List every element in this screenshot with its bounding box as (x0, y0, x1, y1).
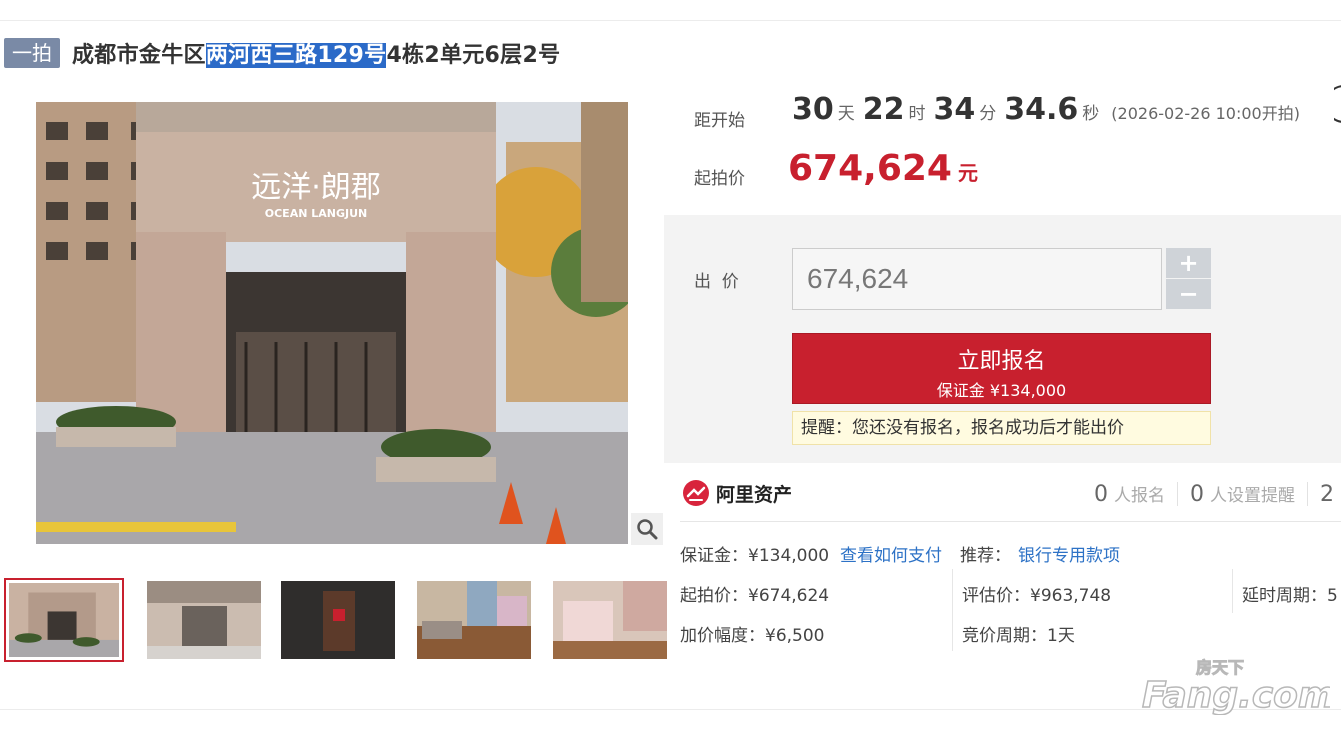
column-divider (952, 569, 953, 651)
listing-title-row: 一拍 成都市金牛区两河西三路129号4栋2单元6层2号 (4, 36, 560, 70)
zoom-button[interactable] (631, 513, 663, 545)
countdown-hours: 22 (862, 92, 905, 127)
platform-brand[interactable]: 阿里资产 (682, 479, 792, 507)
recommend-label: 推荐： (960, 546, 1011, 566)
starting-price-label: 起拍价 (694, 169, 745, 189)
ali-assets-logo-icon (683, 480, 709, 506)
deposit-detail: 保证金：¥134,000 (680, 546, 830, 566)
countdown-seconds-unit: 秒 (1082, 104, 1100, 124)
starting-price: 674,624 元 (788, 148, 978, 189)
sign-english: OCEAN LANGJUN (265, 207, 367, 220)
thumbnail-building-entrance[interactable] (4, 578, 124, 662)
stats-divider (1307, 482, 1308, 506)
thumb-image (281, 581, 395, 659)
how-to-pay-link[interactable]: 查看如何支付 (840, 541, 942, 566)
starting-price-detail: 起拍价：¥674,624 (680, 586, 830, 606)
auction-round-badge: 一拍 (4, 38, 60, 68)
fang-watermark-logo: 房天下 Fang.com (1141, 658, 1330, 716)
thumb-image (147, 581, 261, 659)
register-now-button[interactable]: 立即报名 保证金 ¥134,000 (792, 333, 1211, 404)
increment-detail: 加价幅度：¥6,500 (680, 626, 825, 646)
starting-price-value: 674,624 (788, 148, 952, 189)
reminders-count: 0 (1190, 482, 1204, 507)
thumb-image (9, 583, 119, 657)
watermark-english: Fang.com (1142, 675, 1330, 715)
countdown-days: 30 (792, 92, 834, 127)
views-count: 2 (1320, 482, 1334, 507)
bid-decrease-button[interactable]: − (1166, 279, 1211, 309)
details-divider (680, 521, 1341, 522)
platform-name: 阿里资产 (716, 483, 793, 506)
starting-price-unit: 元 (957, 161, 978, 185)
countdown-minutes-unit: 分 (979, 104, 997, 124)
bid-period-detail: 竞价周期：1天 (962, 626, 1075, 646)
bid-label: 出 价 (694, 272, 739, 292)
thumb-image (417, 581, 531, 659)
thumbnail-lobby[interactable] (144, 578, 264, 662)
registrations-count: 0 (1094, 482, 1108, 507)
column-divider (1232, 569, 1233, 613)
magnifier-icon (637, 519, 658, 540)
delay-period-detail: 延时周期：5 (1242, 586, 1338, 606)
thumbnail-living-room[interactable] (414, 578, 534, 662)
thumbnail-bedroom[interactable] (550, 578, 670, 662)
countdown-label: 距开始 (694, 111, 745, 131)
register-button-deposit: 保证金 ¥134,000 (936, 381, 1067, 400)
thumb-image (553, 581, 667, 659)
thumbnail-apartment-door[interactable] (278, 578, 398, 662)
auction-start-time: (2026-02-26 10:00开拍) (1111, 104, 1300, 123)
title-selected-text[interactable]: 两河西三路129号 (205, 43, 387, 68)
auction-stats: 0 人报名 0 人设置提醒 2 (1094, 481, 1340, 507)
top-divider (0, 20, 1341, 21)
clock-icon (1334, 85, 1341, 123)
title-unit: 4栋2单元6层2号 (386, 43, 561, 68)
main-photo[interactable]: 远洋·朗郡 OCEAN LANGJUN (36, 102, 628, 544)
registration-reminder: 提醒：您还没有报名，报名成功后才能出价 (792, 411, 1211, 445)
countdown-timer: 30 天 22 时 34 分 34.6 秒 (2026-02-26 10:00开… (792, 92, 1300, 127)
countdown-seconds: 34.6 (1004, 92, 1079, 127)
reminders-label: 人设置提醒 (1210, 486, 1295, 506)
bank-account-link[interactable]: 银行专用款项 (1018, 541, 1120, 566)
registrations-label: 人报名 (1114, 486, 1165, 506)
bid-increase-button[interactable]: + (1166, 248, 1211, 278)
countdown-hours-unit: 时 (908, 104, 926, 124)
appraisal-price-detail: 评估价：¥963,748 (962, 586, 1112, 606)
thumbnail-strip (4, 578, 667, 662)
stats-divider (1177, 482, 1178, 506)
bid-panel: 出 价 674,624 + − 立即报名 保证金 ¥134,000 提醒：您还没… (664, 215, 1341, 463)
building-entrance-illustration: 远洋·朗郡 OCEAN LANGJUN (36, 102, 628, 544)
title-district: 成都市金牛区 (72, 43, 206, 68)
sign-chinese: 远洋·朗郡 (251, 170, 381, 205)
bid-amount-input[interactable]: 674,624 (792, 248, 1162, 310)
countdown-minutes: 34 (933, 92, 976, 127)
countdown-days-unit: 天 (837, 104, 855, 124)
listing-title: 成都市金牛区两河西三路129号4栋2单元6层2号 (72, 37, 560, 69)
register-button-label: 立即报名 (957, 349, 1046, 374)
